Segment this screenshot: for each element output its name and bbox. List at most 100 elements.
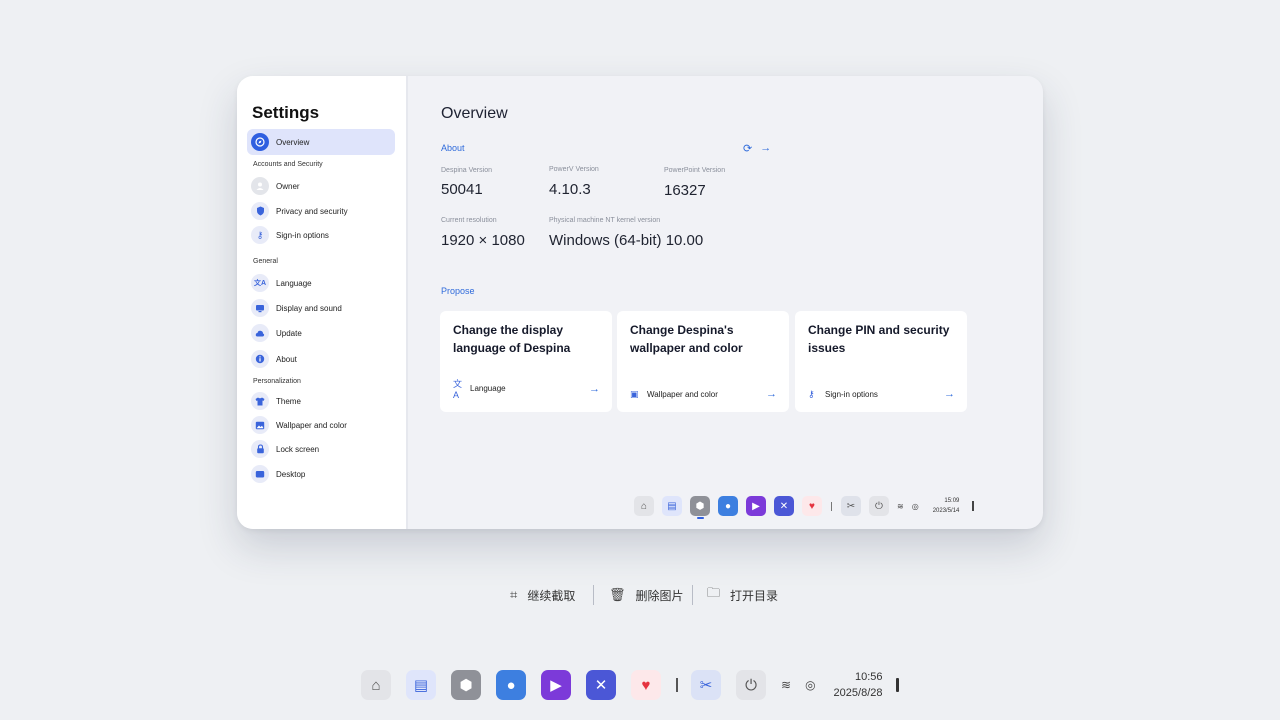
accessibility-icon[interactable]: ◎ — [912, 502, 919, 511]
about-actions: ⟳ → — [743, 142, 771, 155]
calculator-icon[interactable]: ✕ — [774, 496, 794, 516]
browser-icon[interactable]: ● — [496, 670, 526, 700]
page-title: Overview — [441, 105, 508, 122]
sidebar-item-about[interactable]: About — [247, 346, 395, 372]
player-icon[interactable]: ▶ — [541, 670, 571, 700]
home-icon[interactable]: ⌂ — [361, 670, 391, 700]
translate-icon: 文A — [453, 379, 463, 400]
scissors-icon[interactable]: ✂ — [841, 496, 861, 516]
delete-image-label: 删除图片 — [635, 588, 684, 603]
sidebar-item-label: Privacy and security — [276, 206, 348, 216]
key-icon: ⚷ — [251, 226, 269, 244]
heart-icon[interactable]: ♥ — [631, 670, 661, 700]
sidebar-item-language[interactable]: 文A Language — [247, 270, 395, 296]
screenshot-actions: ⌗ 继续截取 🗑 删除图片 🗀 打开目录 — [0, 583, 1280, 607]
resolution-value: 1920 × 1080 — [441, 232, 525, 249]
delete-image-button[interactable]: 🗑 删除图片 — [609, 583, 684, 607]
power-icon[interactable]: ⏻ — [736, 670, 766, 700]
despina-version-value: 50041 — [441, 181, 483, 198]
browser-icon[interactable]: ● — [718, 496, 738, 516]
sidebar-item-lock[interactable]: Lock screen — [247, 436, 395, 462]
sidebar-item-update[interactable]: Update — [247, 320, 395, 346]
taskbar: ⌂ ▤ ⬢ ● ▶ ✕ ♥ ✂ ⏻ ≋ ◎ 10:56 2025/8/28 — [361, 669, 900, 701]
sidebar-item-label: Language — [276, 278, 312, 288]
files-icon[interactable]: ▤ — [662, 496, 682, 516]
settings-app-icon[interactable]: ⬢ — [690, 496, 710, 516]
card-title: Change the display language of Despina — [453, 323, 571, 355]
mini-taskbar: ⌂ ▤ ⬢ ● ▶ ✕ ♥ ✂ ⏻ ≋ ◎ 15:09 2023/5/14 — [634, 494, 975, 519]
show-desktop-bar[interactable] — [972, 501, 975, 511]
powerv-version-value: 4.10.3 — [549, 181, 591, 198]
heart-icon[interactable]: ♥ — [802, 496, 822, 516]
arrow-right-icon[interactable]: → — [944, 388, 955, 400]
lock-icon — [251, 440, 269, 458]
sidebar-item-overview[interactable]: Overview — [247, 129, 395, 155]
sidebar-item-label: Wallpaper and color — [276, 420, 347, 430]
overview-panel: Overview About ⟳ → Despina Version 50041… — [408, 76, 1043, 529]
about-link[interactable]: About — [441, 143, 465, 153]
mini-clock: 15:09 2023/5/14 — [933, 496, 960, 516]
power-icon[interactable]: ⏻ — [869, 496, 889, 516]
sidebar-item-wallpaper[interactable]: Wallpaper and color — [247, 412, 395, 438]
arrow-right-icon[interactable]: → — [760, 142, 771, 155]
compass-icon — [251, 133, 269, 151]
sidebar-item-desktop[interactable]: Desktop — [247, 461, 395, 487]
translate-icon: 文A — [251, 274, 269, 292]
scissors-icon[interactable]: ✂ — [691, 670, 721, 700]
sidebar-item-label: Lock screen — [276, 444, 320, 454]
sidebar-item-label: Update — [276, 328, 302, 338]
sidebar-title: Settings — [252, 103, 320, 122]
sidebar-item-signin[interactable]: ⚷ Sign-in options — [247, 222, 395, 248]
settings-window: Settings Overview Accounts and Security … — [237, 76, 1043, 529]
card-title: Change Despina's wallpaper and color — [630, 323, 743, 355]
monitor-icon — [251, 299, 269, 317]
dock-divider — [831, 501, 832, 511]
calculator-icon[interactable]: ✕ — [586, 670, 616, 700]
settings-app-icon[interactable]: ⬢ — [451, 670, 481, 700]
accessibility-icon[interactable]: ◎ — [805, 678, 815, 692]
wifi-icon[interactable]: ≋ — [897, 502, 904, 511]
section-personalization: Personalization — [253, 378, 301, 385]
propose-link[interactable]: Propose — [441, 286, 475, 296]
mini-clock-date: 2023/5/14 — [932, 508, 960, 514]
sidebar-item-label: Desktop — [276, 469, 306, 479]
sidebar-item-owner[interactable]: Owner — [247, 173, 395, 199]
propose-card-wallpaper[interactable]: Change Despina's wallpaper and color ▣ W… — [617, 311, 789, 412]
key-icon: ⚷ — [808, 388, 815, 399]
sidebar-item-display[interactable]: Display and sound — [247, 295, 395, 321]
taskbar-clock-time: 10:56 — [854, 671, 883, 683]
active-indicator — [697, 517, 704, 519]
show-desktop-bar[interactable] — [896, 678, 900, 692]
home-icon[interactable]: ⌂ — [634, 496, 654, 516]
propose-card-language[interactable]: Change the display language of Despina 文… — [440, 311, 612, 412]
open-folder-button[interactable]: 🗀 打开目录 — [707, 583, 778, 607]
wifi-icon[interactable]: ≋ — [781, 678, 791, 692]
card-footer: ▣ Wallpaper and color → — [630, 388, 777, 400]
sidebar-item-privacy[interactable]: Privacy and security — [247, 198, 395, 224]
sidebar-item-label: Overview — [276, 137, 310, 147]
ppt-version-value: 16327 — [664, 182, 706, 199]
arrow-right-icon[interactable]: → — [589, 383, 600, 395]
crop-icon: ⌗ — [510, 587, 518, 602]
sidebar-item-label: About — [276, 354, 297, 364]
folder-icon: 🗀 — [707, 585, 721, 600]
image-icon: ▣ — [630, 388, 639, 399]
continue-capture-button[interactable]: ⌗ 继续截取 — [510, 583, 575, 607]
continue-capture-label: 继续截取 — [527, 588, 576, 603]
sidebar-item-theme[interactable]: Theme — [247, 388, 395, 414]
sidebar-item-label: Display and sound — [276, 303, 342, 313]
propose-card-signin[interactable]: Change PIN and security issues ⚷ Sign-in… — [795, 311, 967, 412]
files-icon[interactable]: ▤ — [406, 670, 436, 700]
shirt-icon — [251, 392, 269, 410]
desktop-icon — [251, 465, 269, 483]
avatar-icon — [251, 177, 269, 195]
arrow-right-icon[interactable]: → — [766, 388, 777, 400]
player-icon[interactable]: ▶ — [746, 496, 766, 516]
sidebar-item-label: Sign-in options — [276, 230, 329, 240]
image-icon — [251, 416, 269, 434]
kernel-version-value: Windows (64-bit) 10.00 — [549, 232, 704, 249]
card-footer-label: Language — [470, 384, 506, 393]
refresh-icon[interactable]: ⟳ — [743, 142, 752, 155]
despina-version-label: Despina Version — [441, 167, 492, 174]
sidebar-item-label: Theme — [276, 396, 301, 406]
